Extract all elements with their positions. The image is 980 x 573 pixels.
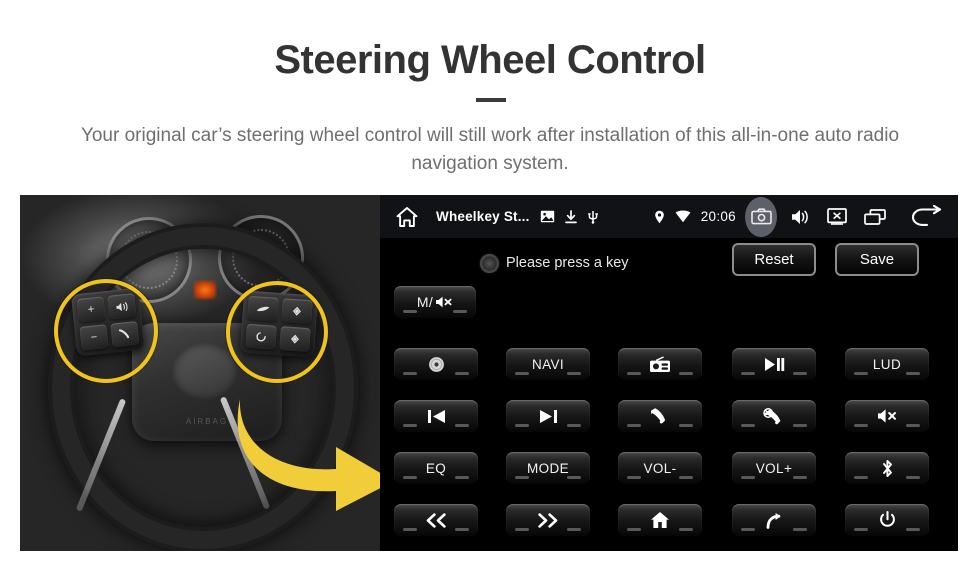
key-lud[interactable]: LUD: [845, 348, 929, 380]
press-key-text: Please press a key: [506, 255, 629, 271]
usb-icon: [587, 209, 599, 224]
location-pin-icon: [654, 210, 665, 224]
key-mute[interactable]: [845, 400, 929, 432]
highlight-circle-left: [54, 279, 158, 383]
home-icon[interactable]: [396, 206, 418, 227]
key-next[interactable]: [506, 400, 590, 432]
product-panel: AIRBAG + − Wheelkey St... 20:06 Please p…: [20, 195, 958, 551]
status-bar: Wheelkey St... 20:06: [380, 195, 958, 238]
key-play-pause[interactable]: [732, 348, 816, 380]
key-eq[interactable]: EQ: [394, 452, 478, 484]
key-volume-down[interactable]: VOL-: [618, 452, 702, 484]
title-divider: [476, 98, 506, 102]
key-previous[interactable]: [394, 400, 478, 432]
reset-button[interactable]: Reset: [732, 243, 816, 276]
steering-wheel-photo: AIRBAG + −: [20, 195, 380, 551]
wheelkey-study-panel: Please press a key Reset Save M/ NAVI LU…: [380, 238, 958, 551]
key-home[interactable]: [618, 504, 702, 536]
page-title: Steering Wheel Control: [274, 38, 706, 82]
key-navi[interactable]: NAVI: [506, 348, 590, 380]
close-screen-icon[interactable]: [820, 200, 854, 234]
key-mute-master-label: M/: [416, 294, 434, 310]
status-bar-clock: 20:06: [700, 209, 736, 224]
next-track-icon: [539, 409, 558, 424]
key-answer-call[interactable]: [618, 400, 702, 432]
key-rewind[interactable]: [394, 504, 478, 536]
key-volume-up[interactable]: VOL+: [732, 452, 816, 484]
screenshot-icon[interactable]: [744, 196, 778, 237]
image-icon: [540, 210, 555, 223]
save-button[interactable]: Save: [835, 243, 919, 276]
key-mute-master[interactable]: M/: [394, 286, 476, 318]
recent-apps-icon[interactable]: [858, 200, 892, 234]
key-power[interactable]: [845, 504, 929, 536]
wifi-icon: [675, 210, 691, 223]
key-disc[interactable]: [394, 348, 478, 380]
bluetooth-icon: [881, 459, 894, 478]
key-bluetooth[interactable]: [845, 452, 929, 484]
mute-icon: [877, 408, 898, 424]
download-icon: [564, 209, 577, 224]
phone-answer-icon: [650, 407, 670, 426]
head-unit-screen: Wheelkey St... 20:06 Please press a key …: [380, 195, 958, 551]
radio-icon: [649, 355, 671, 373]
page-subtitle: Your original car’s steering wheel contr…: [80, 125, 900, 174]
home-icon: [650, 511, 670, 529]
key-radio[interactable]: [618, 348, 702, 380]
previous-track-icon: [427, 409, 446, 424]
fast-forward-icon: [537, 512, 559, 528]
volume-icon[interactable]: [782, 200, 816, 234]
key-return[interactable]: [732, 504, 816, 536]
back-arrow-icon[interactable]: [910, 205, 942, 228]
pointer-arrow: [232, 391, 380, 511]
key-mode[interactable]: MODE: [506, 452, 590, 484]
key-hangup-call[interactable]: [732, 400, 816, 432]
status-indicator: [480, 254, 499, 273]
phone-hangup-icon: [763, 407, 785, 426]
disc-icon: [428, 356, 445, 373]
power-icon: [879, 511, 896, 529]
return-icon: [765, 512, 784, 529]
page-root: Steering Wheel Control Your original car…: [0, 0, 980, 573]
key-fast-forward[interactable]: [506, 504, 590, 536]
rewind-icon: [425, 512, 447, 528]
play-pause-icon: [764, 357, 785, 372]
mute-icon: [435, 295, 453, 309]
highlight-circle-right: [226, 281, 328, 383]
app-title: Wheelkey St...: [436, 209, 530, 224]
airbag-cover: [172, 343, 238, 401]
